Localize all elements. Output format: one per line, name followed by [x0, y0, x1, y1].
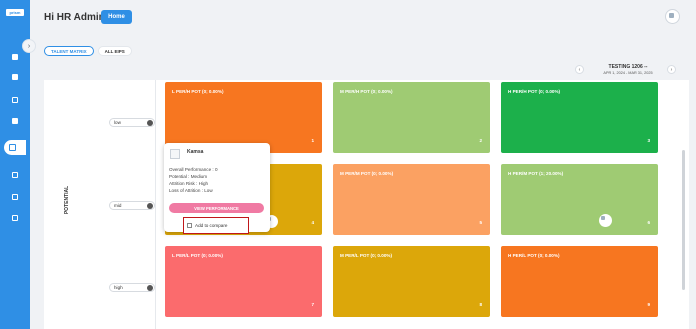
matrix-cell-6[interactable]: H PER/M POT (1; 20.00%) 6 [501, 164, 658, 235]
vertical-scrollbar[interactable] [682, 150, 685, 290]
cell-number: 5 [479, 220, 482, 225]
potential-axis-label: POTENTIAL [62, 180, 72, 220]
sidebar-item-dashboard[interactable] [10, 52, 20, 61]
period-dates: APR 1, 2024 - MAR 31, 2025 [603, 71, 653, 75]
row-toggle-mid[interactable]: mid [109, 201, 155, 210]
sidebar-item-employees[interactable] [10, 72, 20, 81]
report-icon [12, 193, 18, 200]
matrix-icon [9, 144, 16, 151]
loss-of-attrition: Loss of Attrition : Low [169, 188, 213, 193]
document-icon [12, 117, 18, 124]
overall-performance: Overall Performance : 0 [169, 167, 218, 172]
tab-talent-matrix[interactable]: TALENT MATRIX [44, 46, 94, 56]
dashboard-icon [12, 53, 18, 60]
potential-axis-text: POTENTIAL [64, 185, 70, 215]
cell-title: M PER/L POT (0; 0.00%) [340, 253, 392, 258]
employee-photo [170, 149, 180, 159]
cell-title: M PER/H POT (0; 0.00%) [340, 89, 393, 94]
cell-number: 8 [479, 302, 482, 307]
cell-title: M PER/M POT (0; 0.00%) [340, 171, 394, 176]
period-title: TESTING 1206 -- [608, 64, 648, 70]
settings-icon [12, 214, 18, 221]
tab-bar: TALENT MATRIX ALL EIPS [44, 46, 132, 56]
prev-period-button[interactable]: ‹ [575, 65, 584, 74]
sidebar-item-reviews[interactable] [10, 116, 20, 125]
row-label-high: high [114, 285, 123, 290]
top-bar: Hi HR Admin Home [30, 0, 696, 35]
megaphone-icon [12, 171, 18, 178]
next-period-button[interactable]: › [667, 65, 676, 74]
cell-number: 7 [311, 302, 314, 307]
attrition-risk: Attrition Risk : High [169, 181, 209, 186]
matrix-cell-3[interactable]: H PER/H POT (0; 0.00%) 3 [501, 82, 658, 153]
cell-number: 6 [647, 220, 650, 225]
toggle-knob [147, 203, 153, 209]
chevron-right-icon: › [27, 42, 31, 50]
matrix-cell-5[interactable]: M PER/M POT (0; 0.00%) 5 [333, 164, 490, 235]
cell-number: 9 [647, 302, 650, 307]
sidebar-item-settings[interactable] [10, 213, 20, 222]
cell-number: 4 [311, 220, 314, 225]
cell-title: H PER/M POT (1; 20.00%) [508, 171, 564, 176]
collapse-sidebar-button[interactable]: › [22, 39, 36, 53]
main-area: Hi HR Admin Home TALENT MATRIX ALL EIPS … [30, 0, 696, 329]
cell-title: H PER/H POT (0; 0.00%) [508, 89, 561, 94]
chevron-right-icon: › [670, 66, 673, 73]
toggle-knob [147, 120, 153, 126]
target-icon [12, 96, 18, 103]
view-performance-button[interactable]: VIEW PERFORMANCE [169, 203, 264, 213]
people-icon [12, 73, 18, 80]
row-label-mid: mid [114, 203, 122, 208]
sidebar-item-reports[interactable] [10, 192, 20, 201]
employee-popup: Kamsa Overall Performance : 0 Potential … [164, 143, 270, 234]
cell-title: L PER/H POT (0; 0.00%) [172, 89, 224, 94]
potential-value: Potential : Medium [169, 174, 208, 179]
user-avatar[interactable] [665, 9, 680, 24]
employee-avatar[interactable] [599, 214, 612, 227]
tab-all-eips[interactable]: ALL EIPS [97, 46, 132, 56]
matrix-cell-9[interactable]: H PER/L POT (0; 0.00%) 9 [501, 246, 658, 317]
toggle-knob [147, 285, 153, 291]
matrix-cell-2[interactable]: M PER/H POT (0; 0.00%) 2 [333, 82, 490, 153]
home-button[interactable]: Home [101, 10, 132, 24]
talent-matrix-panel: POTENTIAL low mid high L PER/H POT (0; 0… [44, 80, 689, 329]
cell-title: L PER/L POT (0; 0.00%) [172, 253, 223, 258]
cell-number: 3 [647, 138, 650, 143]
row-toggle-high[interactable]: high [109, 283, 155, 292]
compare-label: Add to compare [195, 223, 228, 228]
compare-checkbox[interactable] [187, 223, 192, 228]
app-logo: prism [6, 9, 24, 16]
sidebar-item-talent-matrix[interactable] [4, 140, 26, 155]
cell-number: 2 [479, 138, 482, 143]
cell-title: H PER/L POT (0; 0.00%) [508, 253, 560, 258]
matrix-cell-8[interactable]: M PER/L POT (0; 0.00%) 8 [333, 246, 490, 317]
cell-number: 1 [311, 138, 314, 143]
page-title: Hi HR Admin [44, 12, 105, 23]
row-label-low: low [114, 120, 121, 125]
employee-name: Kamsa [187, 149, 204, 155]
sidebar-item-announcements[interactable] [10, 170, 20, 179]
sidebar-item-goals[interactable] [10, 95, 20, 104]
chevron-left-icon: ‹ [578, 66, 581, 73]
add-to-compare[interactable]: Add to compare [183, 217, 249, 234]
row-toggle-low[interactable]: low [109, 118, 155, 127]
matrix-cell-7[interactable]: L PER/L POT (0; 0.00%) 7 [165, 246, 322, 317]
axis-divider [155, 80, 156, 329]
